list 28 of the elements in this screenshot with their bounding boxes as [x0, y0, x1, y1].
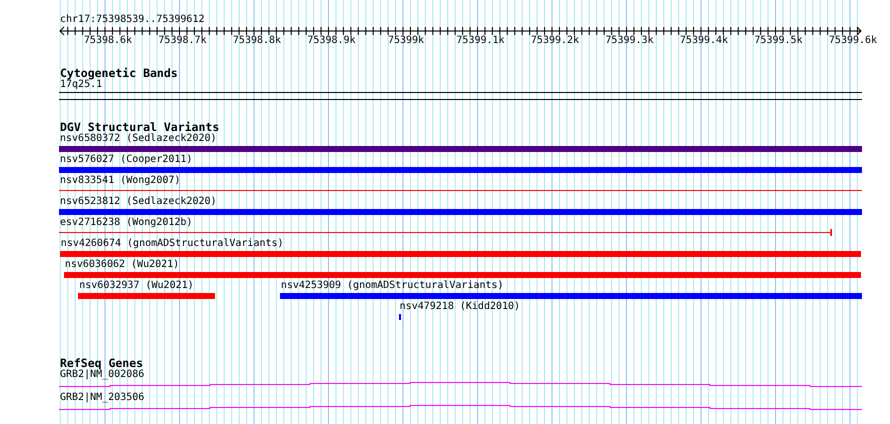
variant-label: nsv6580372 (Sedlazeck2020) — [60, 133, 217, 145]
ruler-tick-label: 75398.8k — [232, 35, 282, 47]
ruler-tick-label: 75398.6k — [84, 35, 132, 47]
variant-label: nsv6523812 (Sedlazeck2020) — [60, 196, 217, 208]
variant-label: nsv479218 (Kidd2010) — [400, 301, 520, 313]
track-title: RefSeq Genes — [60, 357, 144, 369]
ruler-tick-label: 75399.2k — [530, 35, 580, 47]
ruler-tick-label: 75398.7k — [158, 35, 207, 47]
location-label: chr17:75398539..75399612 — [60, 14, 206, 26]
variant-label: nsv6032937 (Wu2021) — [79, 280, 194, 292]
ruler-tick-label: 75399.1k — [456, 35, 505, 47]
variant-label: nsv833541 (Wong2007) — [60, 175, 180, 187]
band-label: 17q25.1 — [60, 79, 102, 91]
variant-label: nsv576027 (Cooper2011) — [60, 154, 192, 166]
variant-label: nsv4253909 (gnomADStructuralVariants) — [280, 280, 504, 292]
gene-label: GRB2|NM_203506 — [60, 392, 144, 404]
ruler-tick-label: 75399.3k — [605, 35, 654, 47]
ruler-tick-label: 75399.4k — [680, 35, 728, 47]
ruler-tick-label: 75399.6k — [828, 35, 878, 47]
track-title: DGV Structural Variants — [60, 121, 220, 133]
variant-label: nsv4260674 (gnomADStructuralVariants) — [60, 238, 284, 250]
track-title: Cytogenetic Bands — [60, 67, 178, 79]
ruler-tick-label: 75399k — [388, 35, 424, 47]
variant-label: nsv6036062 (Wu2021) — [64, 259, 180, 271]
gene-label: GRB2|NM_002086 — [60, 369, 144, 381]
ruler-tick-label: 75399.5k — [754, 35, 803, 47]
variant-label: esv2716238 (Wong2012b) — [60, 217, 192, 229]
ruler-tick-label: 75398.9k — [307, 35, 356, 47]
